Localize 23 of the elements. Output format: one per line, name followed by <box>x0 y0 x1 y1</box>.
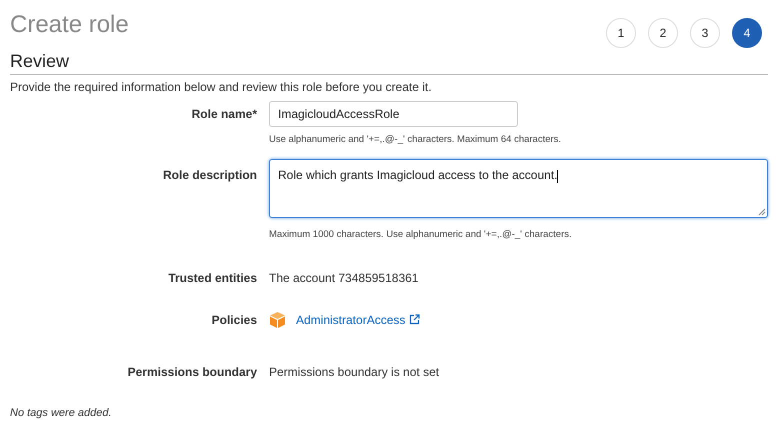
footer-note: No tags were added. <box>10 406 113 420</box>
field-hint: Maximum 1000 characters. Use alphanumeric and '+=,.@-_' characters. <box>269 228 573 242</box>
intro-text: Provide the required information below and review this role before you create it. <box>10 80 433 94</box>
step-indicator: 4 <box>732 18 762 48</box>
step-indicator: 3 <box>690 18 720 48</box>
field-label: Role name* <box>190 106 257 123</box>
external-link-icon <box>409 314 420 325</box>
policy-link[interactable]: AdministratorAccess <box>296 310 420 328</box>
field-value: Permissions boundary is not set <box>269 364 440 380</box>
field-label: Permissions boundary <box>126 364 257 380</box>
field-label: Trusted entities <box>167 270 257 286</box>
role-name-field[interactable]: ImagicloudAccessRole <box>269 101 518 127</box>
field-label: Role description <box>162 167 257 184</box>
field-label: Policies <box>210 312 257 328</box>
resize-handle-icon[interactable] <box>758 208 766 216</box>
step-indicator: 2 <box>648 18 678 48</box>
description-field[interactable]: Role which grants Imagicloud access to the account. <box>269 159 768 218</box>
cube-icon <box>269 310 286 328</box>
page-title: Create role <box>10 10 129 40</box>
section-heading: Review <box>10 50 70 72</box>
field-value: The account 734859518361 <box>269 270 418 286</box>
step-indicator: 1 <box>606 18 636 48</box>
field-hint: Use alphanumeric and '+=,.@-_' characters. Maximum 64 characters. <box>269 133 562 147</box>
